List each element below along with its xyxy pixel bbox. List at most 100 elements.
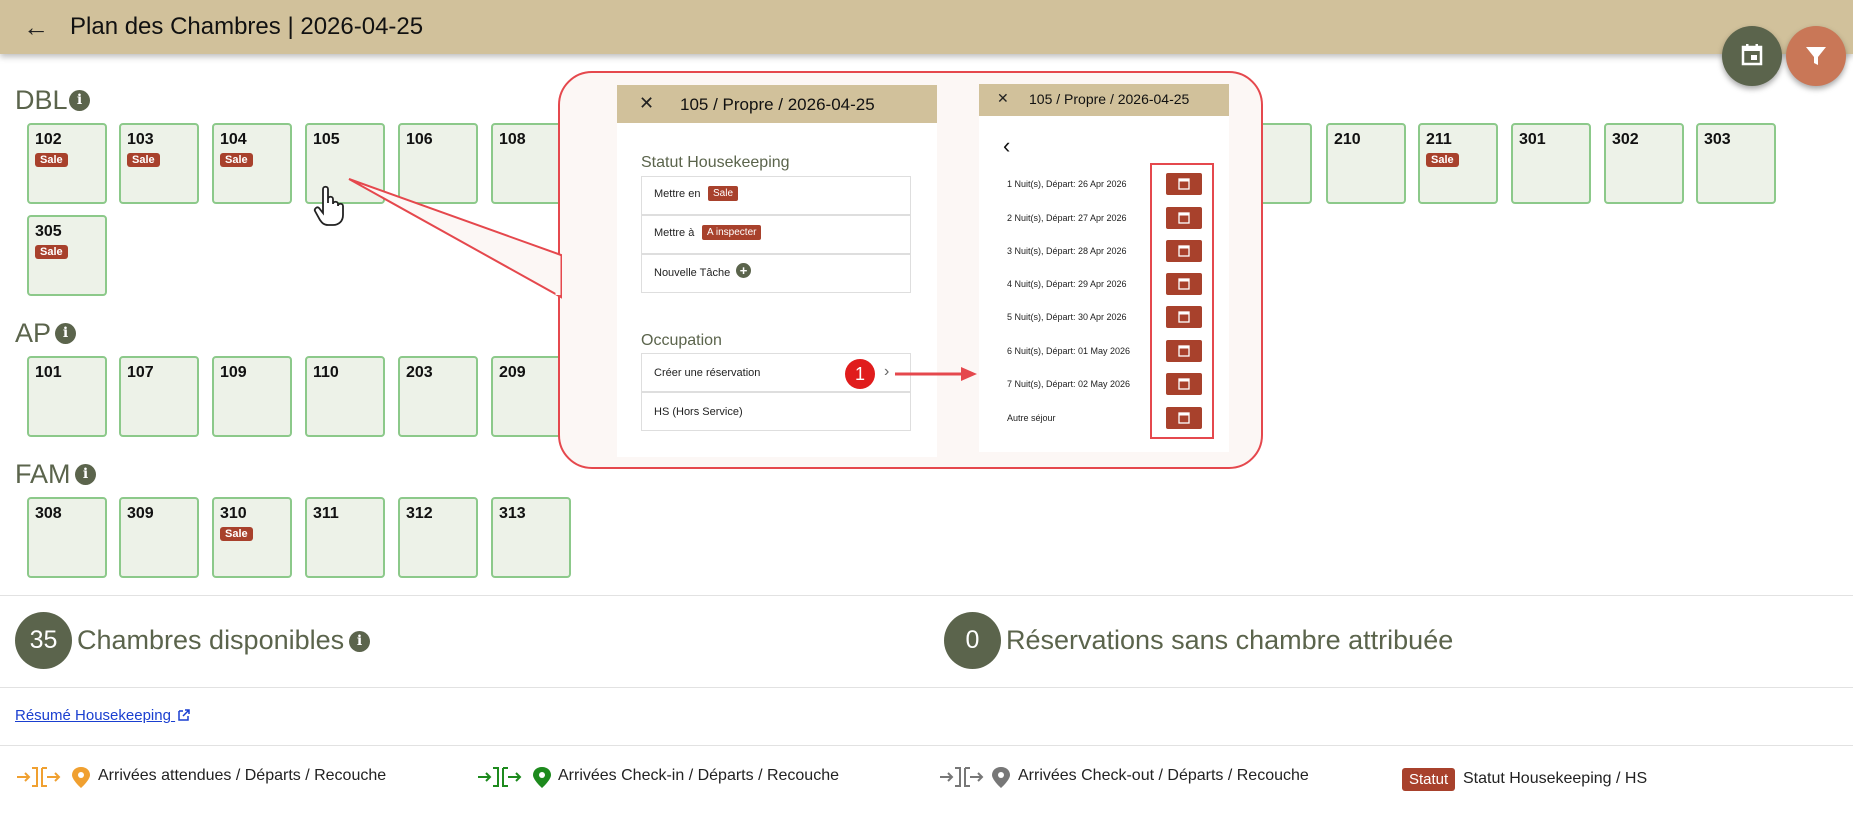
room-number: 305	[35, 223, 62, 240]
callout-pointer	[348, 178, 562, 299]
room-tile-203[interactable]: 203	[398, 356, 478, 437]
calendar-icon	[1178, 311, 1190, 323]
new-task-label: Nouvelle Tâche	[654, 267, 731, 279]
filter-fab-button[interactable]	[1786, 26, 1846, 86]
filter-icon	[1806, 47, 1826, 65]
unassigned-reservations-count: 0	[944, 612, 1001, 669]
room-tile-103[interactable]: 103 Sale	[119, 123, 199, 204]
room-number: 203	[406, 364, 433, 381]
checkout-icon	[940, 767, 1010, 788]
available-rooms-label: Chambres disponibles	[77, 625, 345, 655]
room-tile-210[interactable]: 210	[1326, 123, 1406, 204]
section-title-ap: AP	[15, 318, 52, 348]
book-stay-button[interactable]	[1166, 240, 1202, 262]
book-stay-button[interactable]	[1166, 207, 1202, 229]
stay-option-label: 6 Nuit(s), Départ: 01 May 2026	[1007, 346, 1131, 356]
info-icon[interactable]: i	[75, 464, 96, 485]
room-number: 106	[406, 131, 433, 148]
divider	[0, 595, 1853, 596]
book-stay-button[interactable]	[1166, 373, 1202, 395]
status-badge: Sale	[127, 153, 160, 167]
close-icon[interactable]: ✕	[997, 90, 1009, 107]
stay-option-label: 3 Nuit(s), Départ: 28 Apr 2026	[1007, 246, 1127, 256]
room-tile-101[interactable]: 101	[27, 356, 107, 437]
room-number: 107	[127, 364, 154, 381]
stay-option-label: 1 Nuit(s), Départ: 26 Apr 2026	[1007, 179, 1127, 189]
step-marker: 1	[845, 359, 875, 389]
set-inspect-label: Mettre à	[654, 227, 695, 239]
stay-option-label: Autre séjour	[1007, 413, 1056, 423]
dirty-badge: Sale	[708, 186, 739, 201]
checkin-icon	[478, 767, 551, 788]
occupation-heading: Occupation	[641, 332, 722, 349]
close-icon[interactable]: ✕	[639, 93, 654, 114]
room-tile-308[interactable]: 308	[27, 497, 107, 578]
room-tile-109[interactable]: 109	[212, 356, 292, 437]
book-stay-button[interactable]	[1166, 273, 1202, 295]
housekeeping-summary-link[interactable]: Résumé Housekeeping	[15, 707, 191, 724]
out-of-service-label: HS (Hors Service)	[654, 406, 743, 418]
chevron-left-icon[interactable]: ‹	[1003, 133, 1010, 159]
room-tile-301[interactable]: 301	[1511, 123, 1591, 204]
room-tile-102[interactable]: 102 Sale	[27, 123, 107, 204]
room-tile-107[interactable]: 107	[119, 356, 199, 437]
room-tile-302[interactable]: 302	[1604, 123, 1684, 204]
arrow-right-icon	[895, 367, 977, 381]
panel-title: 105 / Propre / 2026-04-25	[1029, 91, 1190, 107]
room-tile-211[interactable]: 211 Sale	[1418, 123, 1498, 204]
room-tile-310[interactable]: 310 Sale	[212, 497, 292, 578]
room-number: 110	[313, 364, 339, 381]
highlight-box	[1150, 163, 1214, 439]
stay-option-label: 4 Nuit(s), Départ: 29 Apr 2026	[1007, 279, 1127, 289]
external-link-icon	[178, 709, 190, 721]
room-tile-312[interactable]: 312	[398, 497, 478, 578]
room-number: 108	[499, 131, 526, 148]
chevron-right-icon: ›	[884, 363, 890, 380]
room-number: 303	[1704, 131, 1731, 148]
hand-cursor-icon	[313, 185, 344, 226]
available-rooms-count: 35	[15, 612, 72, 669]
room-number: 209	[499, 364, 526, 381]
info-icon[interactable]: i	[349, 631, 370, 652]
book-stay-button[interactable]	[1166, 306, 1202, 328]
room-tile-313[interactable]: 313	[491, 497, 571, 578]
stay-option-label: 2 Nuit(s), Départ: 27 Apr 2026	[1007, 213, 1127, 223]
room-tile-309[interactable]: 309	[119, 497, 199, 578]
statut-badge: Statut	[1402, 768, 1456, 791]
room-number: 301	[1519, 131, 1546, 148]
inspect-badge: A inspecter	[702, 225, 762, 240]
room-number: 302	[1612, 131, 1639, 148]
status-badge: Sale	[35, 245, 68, 259]
arrival-departure-icon	[17, 767, 90, 788]
room-tile-104[interactable]: 104 Sale	[212, 123, 292, 204]
info-icon[interactable]: i	[69, 90, 90, 111]
legend-checkout-label: Arrivées Check-out / Départs / Recouche	[1018, 767, 1309, 784]
room-tile-305[interactable]: 305 Sale	[27, 215, 107, 296]
hk-status-heading: Statut Housekeeping	[641, 154, 790, 171]
room-number: 211	[1426, 131, 1452, 148]
room-tile-303[interactable]: 303	[1696, 123, 1776, 204]
calendar-icon	[1178, 245, 1190, 257]
room-tile-311[interactable]: 311	[305, 497, 385, 578]
book-stay-button[interactable]	[1166, 407, 1202, 429]
calendar-icon	[1178, 178, 1190, 190]
book-stay-button[interactable]	[1166, 340, 1202, 362]
room-tile-110[interactable]: 110	[305, 356, 385, 437]
info-icon[interactable]: i	[55, 323, 76, 344]
room-number: 103	[127, 131, 154, 148]
divider	[0, 745, 1853, 746]
status-badge: Sale	[220, 153, 253, 167]
back-arrow-icon[interactable]: ←	[20, 11, 52, 43]
calendar-fab-button[interactable]	[1722, 26, 1782, 86]
room-number: 105	[313, 131, 340, 148]
calendar-icon	[1178, 212, 1190, 224]
book-stay-button[interactable]	[1166, 173, 1202, 195]
calendar-icon	[1178, 378, 1190, 390]
add-icon[interactable]: +	[736, 263, 751, 278]
top-app-bar: ← Plan des Chambres | 2026-04-25	[0, 0, 1853, 54]
status-badge: Sale	[35, 153, 68, 167]
room-number: 310	[220, 505, 247, 522]
legend-checkin-label: Arrivées Check-in / Départs / Recouche	[558, 767, 839, 784]
room-number: 102	[35, 131, 62, 148]
status-badge: Sale	[1426, 153, 1459, 167]
